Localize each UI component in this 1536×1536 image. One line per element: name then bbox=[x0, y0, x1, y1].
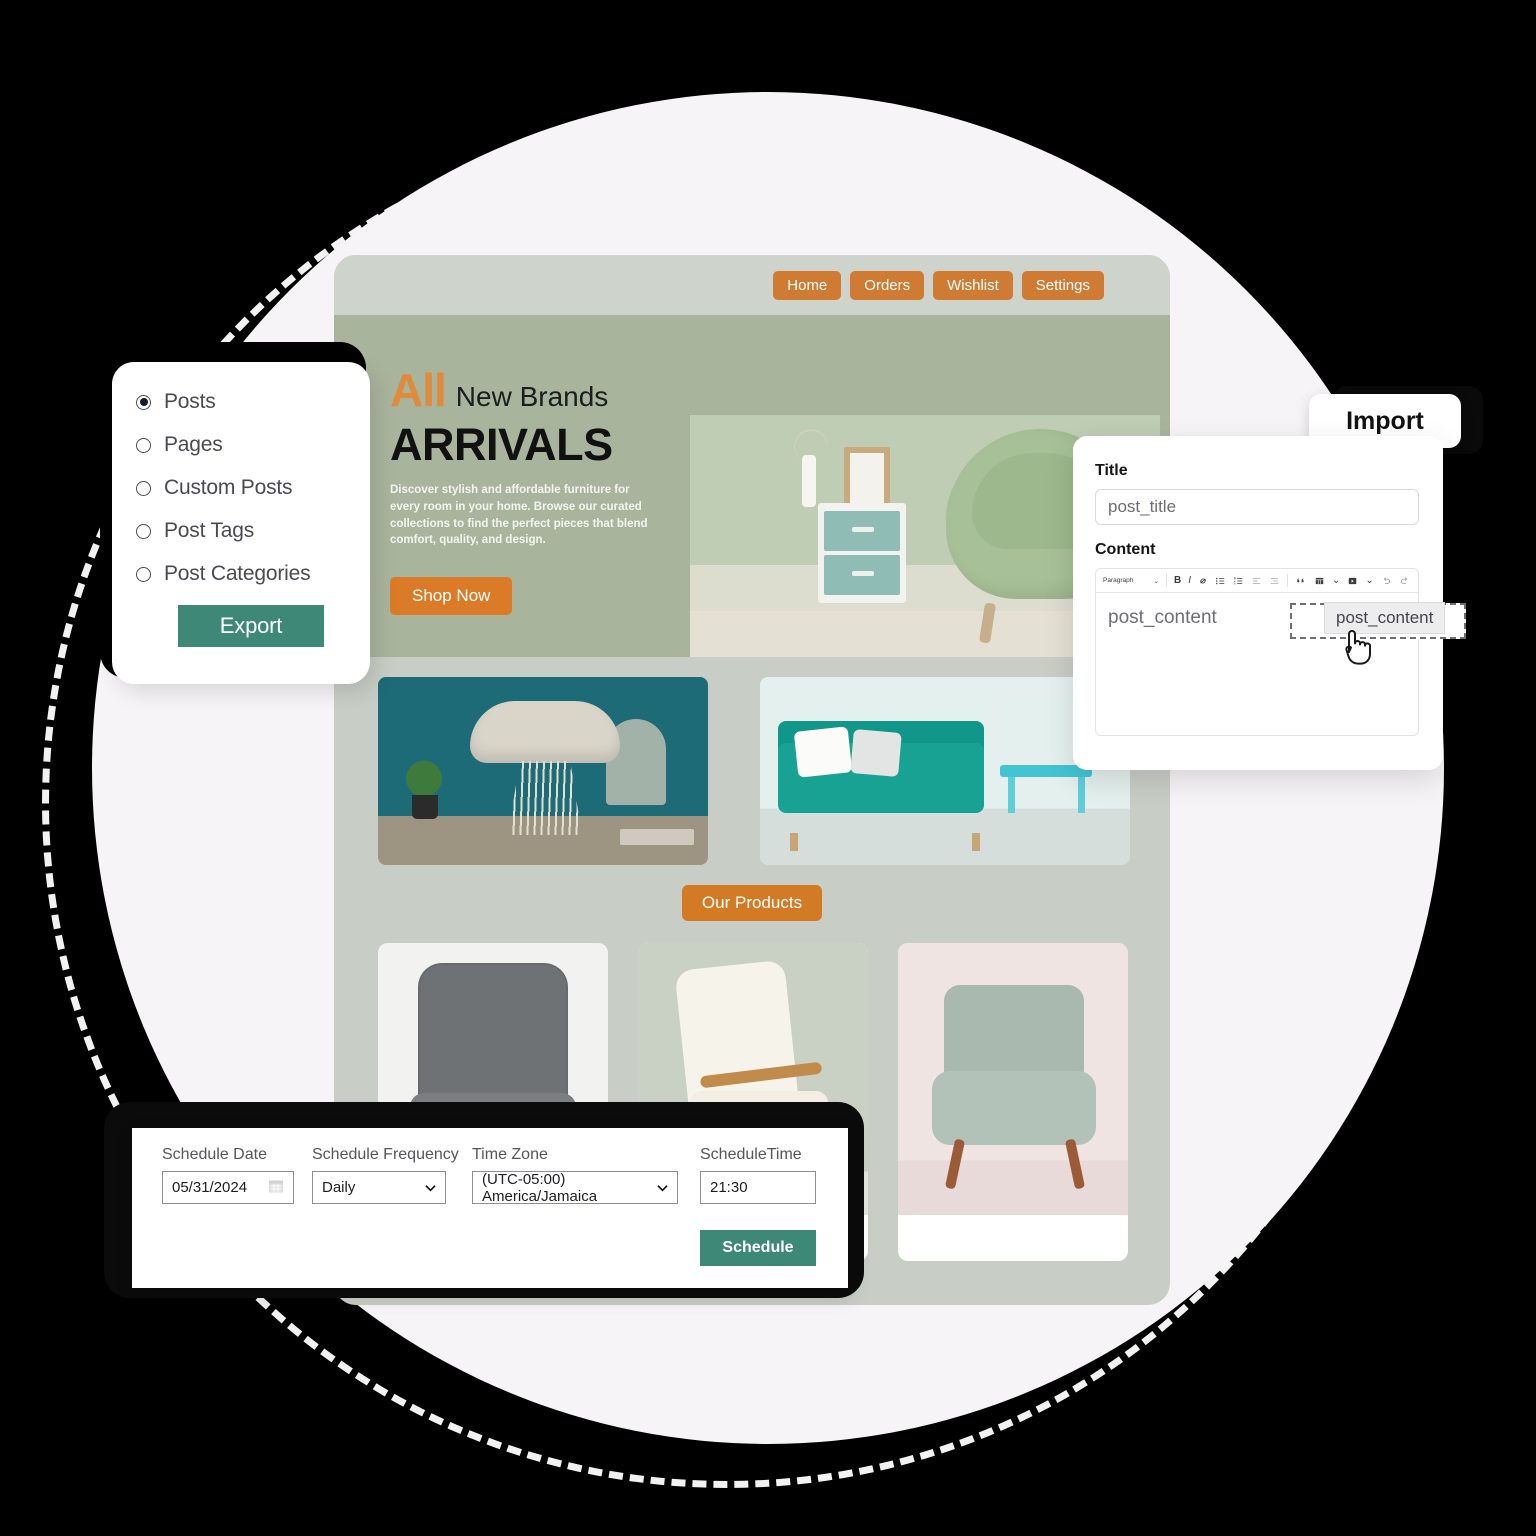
content-label: Content bbox=[1095, 541, 1156, 558]
link-icon[interactable] bbox=[1198, 576, 1208, 586]
media-icon[interactable] bbox=[1347, 576, 1358, 586]
schedule-frequency-select[interactable]: Daily bbox=[312, 1171, 446, 1204]
hero-description: Discover stylish and affordable furnitur… bbox=[390, 484, 648, 547]
toolbar-divider bbox=[1287, 574, 1289, 587]
redo-icon[interactable] bbox=[1399, 576, 1410, 586]
field-label: ScheduleTime bbox=[700, 1146, 802, 1163]
hero-kicker-rest: New Brands bbox=[455, 381, 609, 412]
export-button[interactable]: Export bbox=[178, 605, 324, 647]
editor-toolbar: Paragraph ⌄ B I ⌄ ⌄ bbox=[1096, 569, 1418, 593]
field-label: Schedule Frequency bbox=[312, 1146, 459, 1163]
radio-icon[interactable] bbox=[136, 523, 151, 539]
products-heading-wrap: Our Products bbox=[334, 885, 1170, 921]
radio-option-post-categories[interactable]: Post Categories bbox=[136, 562, 370, 586]
chevron-down-icon bbox=[425, 1179, 436, 1196]
schedule-panel: Schedule Date 05/31/2024 Schedule Freque… bbox=[132, 1128, 848, 1288]
field-value: 21:30 bbox=[710, 1179, 748, 1196]
block-format-select[interactable]: Paragraph ⌄ bbox=[1103, 577, 1159, 585]
chevron-down-icon[interactable]: ⌄ bbox=[1365, 575, 1373, 586]
toolbar-divider bbox=[1166, 574, 1167, 587]
field-value: 05/31/2024 bbox=[172, 1179, 248, 1196]
schedule-button[interactable]: Schedule bbox=[700, 1230, 816, 1266]
radio-icon[interactable] bbox=[136, 566, 151, 582]
nav-item-settings[interactable]: Settings bbox=[1021, 270, 1104, 300]
numbered-list-icon[interactable] bbox=[1233, 576, 1244, 586]
field-time-zone: Time Zone (UTC-05:00) America/Jamaica bbox=[472, 1146, 700, 1205]
radio-label: Post Tags bbox=[164, 519, 255, 542]
italic-icon[interactable]: I bbox=[1188, 575, 1191, 586]
radio-icon[interactable] bbox=[136, 394, 151, 410]
field-schedule-time: ScheduleTime 21:30 bbox=[700, 1146, 830, 1204]
schedule-date-input[interactable]: 05/31/2024 bbox=[162, 1171, 294, 1204]
product-card[interactable] bbox=[898, 943, 1128, 1261]
radio-label: Custom Posts bbox=[164, 476, 293, 499]
chevron-down-icon: ⌄ bbox=[1153, 577, 1159, 585]
time-zone-select[interactable]: (UTC-05:00) America/Jamaica bbox=[472, 1170, 678, 1205]
hero-kicker-accent: All bbox=[390, 364, 447, 416]
undo-icon[interactable] bbox=[1381, 576, 1392, 586]
field-value: Daily bbox=[322, 1179, 356, 1196]
field-schedule-date: Schedule Date 05/31/2024 bbox=[162, 1146, 312, 1204]
align-left-icon[interactable] bbox=[1251, 576, 1262, 586]
chevron-down-icon[interactable]: ⌄ bbox=[1332, 575, 1340, 586]
schedule-time-input[interactable]: 21:30 bbox=[700, 1171, 816, 1204]
hand-cursor-icon bbox=[1337, 622, 1377, 666]
bold-icon[interactable]: B bbox=[1174, 575, 1181, 586]
blockquote-icon[interactable] bbox=[1295, 576, 1307, 586]
field-value: (UTC-05:00) America/Jamaica bbox=[482, 1170, 598, 1205]
export-panel: Posts Pages Custom Posts Post Tags Post … bbox=[112, 362, 370, 684]
block-format-label: Paragraph bbox=[1103, 577, 1134, 584]
shop-now-button[interactable]: Shop Now bbox=[390, 576, 513, 615]
radio-option-pages[interactable]: Pages bbox=[136, 433, 370, 457]
radio-label: Post Categories bbox=[164, 562, 311, 585]
field-label: Time Zone bbox=[472, 1146, 548, 1163]
site-navbar: Home Orders Wishlist Settings bbox=[334, 255, 1170, 315]
radio-option-posts[interactable]: Posts bbox=[136, 390, 370, 414]
hero-kicker: All New Brands bbox=[390, 367, 652, 413]
field-label: Schedule Date bbox=[162, 1146, 267, 1163]
schedule-fields-row: Schedule Date 05/31/2024 Schedule Freque… bbox=[162, 1146, 848, 1205]
chevron-down-icon bbox=[657, 1179, 668, 1196]
table-icon[interactable] bbox=[1314, 576, 1325, 586]
gallery-image-1 bbox=[378, 677, 708, 865]
hero-section: All New Brands ARRIVALS Discover stylish… bbox=[334, 315, 1170, 657]
products-heading: Our Products bbox=[681, 885, 823, 921]
hero-title: ARRIVALS bbox=[390, 419, 613, 470]
nav-item-orders[interactable]: Orders bbox=[850, 270, 925, 300]
radio-icon[interactable] bbox=[136, 480, 151, 496]
field-schedule-frequency: Schedule Frequency Daily bbox=[312, 1146, 472, 1204]
hero-copy: All New Brands ARRIVALS Discover stylish… bbox=[334, 315, 652, 657]
nav-item-home[interactable]: Home bbox=[773, 270, 842, 300]
radio-icon[interactable] bbox=[136, 437, 151, 453]
radio-option-post-tags[interactable]: Post Tags bbox=[136, 519, 370, 543]
nav-item-wishlist[interactable]: Wishlist bbox=[933, 270, 1013, 300]
title-label: Title bbox=[1095, 462, 1128, 479]
title-input[interactable]: post_title bbox=[1095, 489, 1419, 525]
radio-label: Pages bbox=[164, 433, 223, 456]
product-image bbox=[898, 943, 1128, 1215]
bullet-list-icon[interactable] bbox=[1215, 576, 1226, 586]
calendar-icon[interactable] bbox=[268, 1178, 284, 1198]
gallery-row bbox=[334, 657, 1170, 865]
radio-label: Posts bbox=[164, 390, 216, 413]
align-right-icon[interactable] bbox=[1269, 576, 1280, 586]
radio-option-custom-posts[interactable]: Custom Posts bbox=[136, 476, 370, 500]
